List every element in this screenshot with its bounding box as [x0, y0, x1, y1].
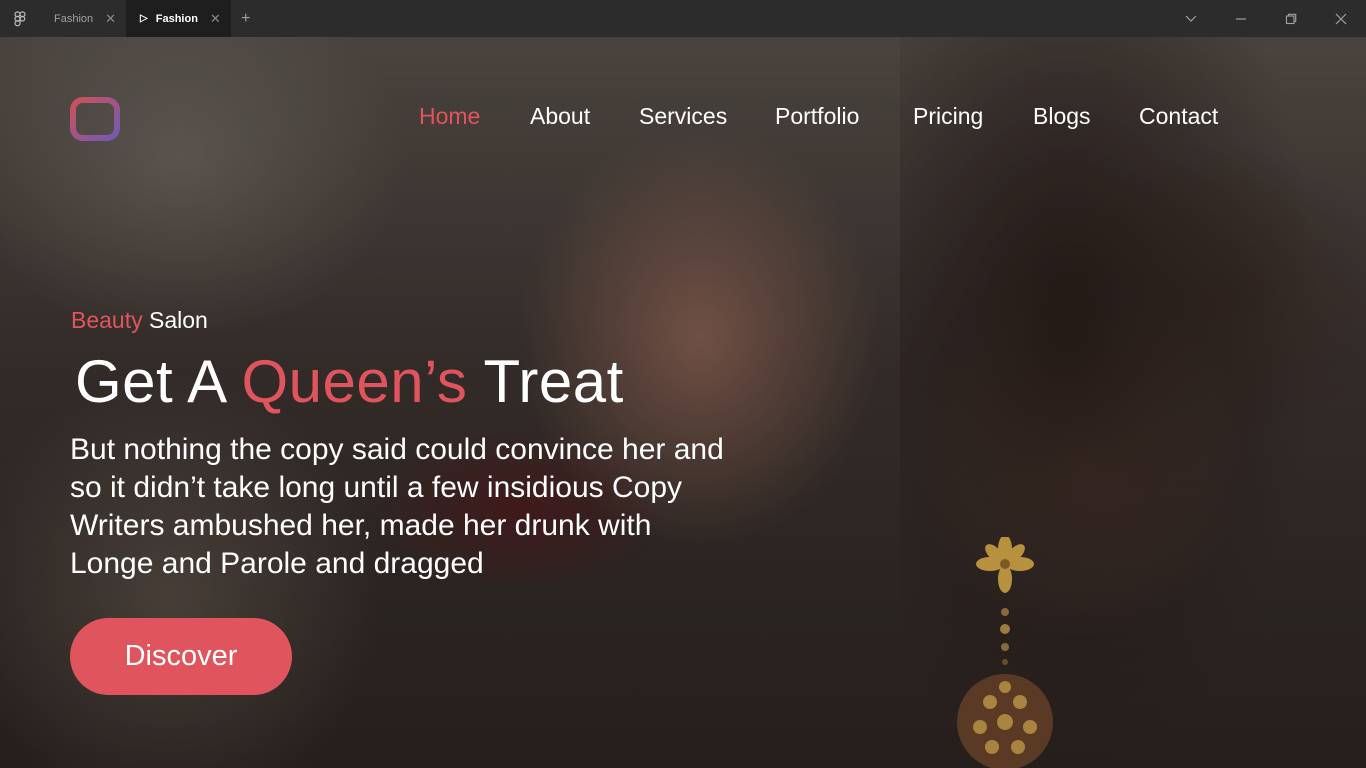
tab-label: Fashion	[54, 12, 94, 25]
tab-label: Fashion	[155, 12, 198, 25]
tab-fashion-editor[interactable]: Fashion ✕	[40, 0, 126, 37]
hero-section: Home About Services Portfolio Pricing Bl…	[0, 37, 1366, 768]
earring-image	[957, 537, 1053, 768]
nav-about[interactable]: About	[530, 103, 590, 130]
window-controls	[1166, 0, 1366, 37]
close-icon[interactable]: ✕	[105, 11, 116, 27]
restore-icon[interactable]	[1266, 0, 1316, 37]
nav-home[interactable]: Home	[419, 103, 480, 130]
play-icon: ▷	[140, 13, 148, 24]
discover-button[interactable]: Discover	[70, 618, 292, 695]
page-title: Get A Queen’s Treat	[75, 347, 624, 416]
nav-services[interactable]: Services	[639, 103, 727, 130]
minimize-icon[interactable]	[1216, 0, 1266, 37]
kicker-accent: Beauty	[71, 307, 143, 333]
kicker-rest: Salon	[149, 307, 208, 333]
window-titlebar: Fashion ✕ ▷ Fashion ✕ +	[0, 0, 1366, 37]
headline-end: Treat	[483, 348, 624, 415]
chevron-down-icon[interactable]	[1166, 0, 1216, 37]
nav-contact[interactable]: Contact	[1139, 103, 1218, 130]
tab-fashion-prototype[interactable]: ▷ Fashion ✕	[126, 0, 231, 37]
figma-icon[interactable]	[0, 0, 40, 37]
nav-blogs[interactable]: Blogs	[1033, 103, 1091, 130]
headline-accent: Queen’s	[241, 348, 468, 415]
nav-pricing[interactable]: Pricing	[913, 103, 983, 130]
window-close-icon[interactable]	[1316, 0, 1366, 37]
main-nav: Home About Services Portfolio Pricing Bl…	[0, 103, 1366, 133]
hero-kicker: Beauty Salon	[71, 307, 208, 334]
hero-description: But nothing the copy said could convince…	[70, 433, 724, 580]
headline-start: Get A	[75, 348, 225, 415]
nav-portfolio[interactable]: Portfolio	[775, 103, 859, 130]
plus-icon[interactable]: +	[231, 0, 261, 37]
close-icon[interactable]: ✕	[210, 11, 221, 27]
